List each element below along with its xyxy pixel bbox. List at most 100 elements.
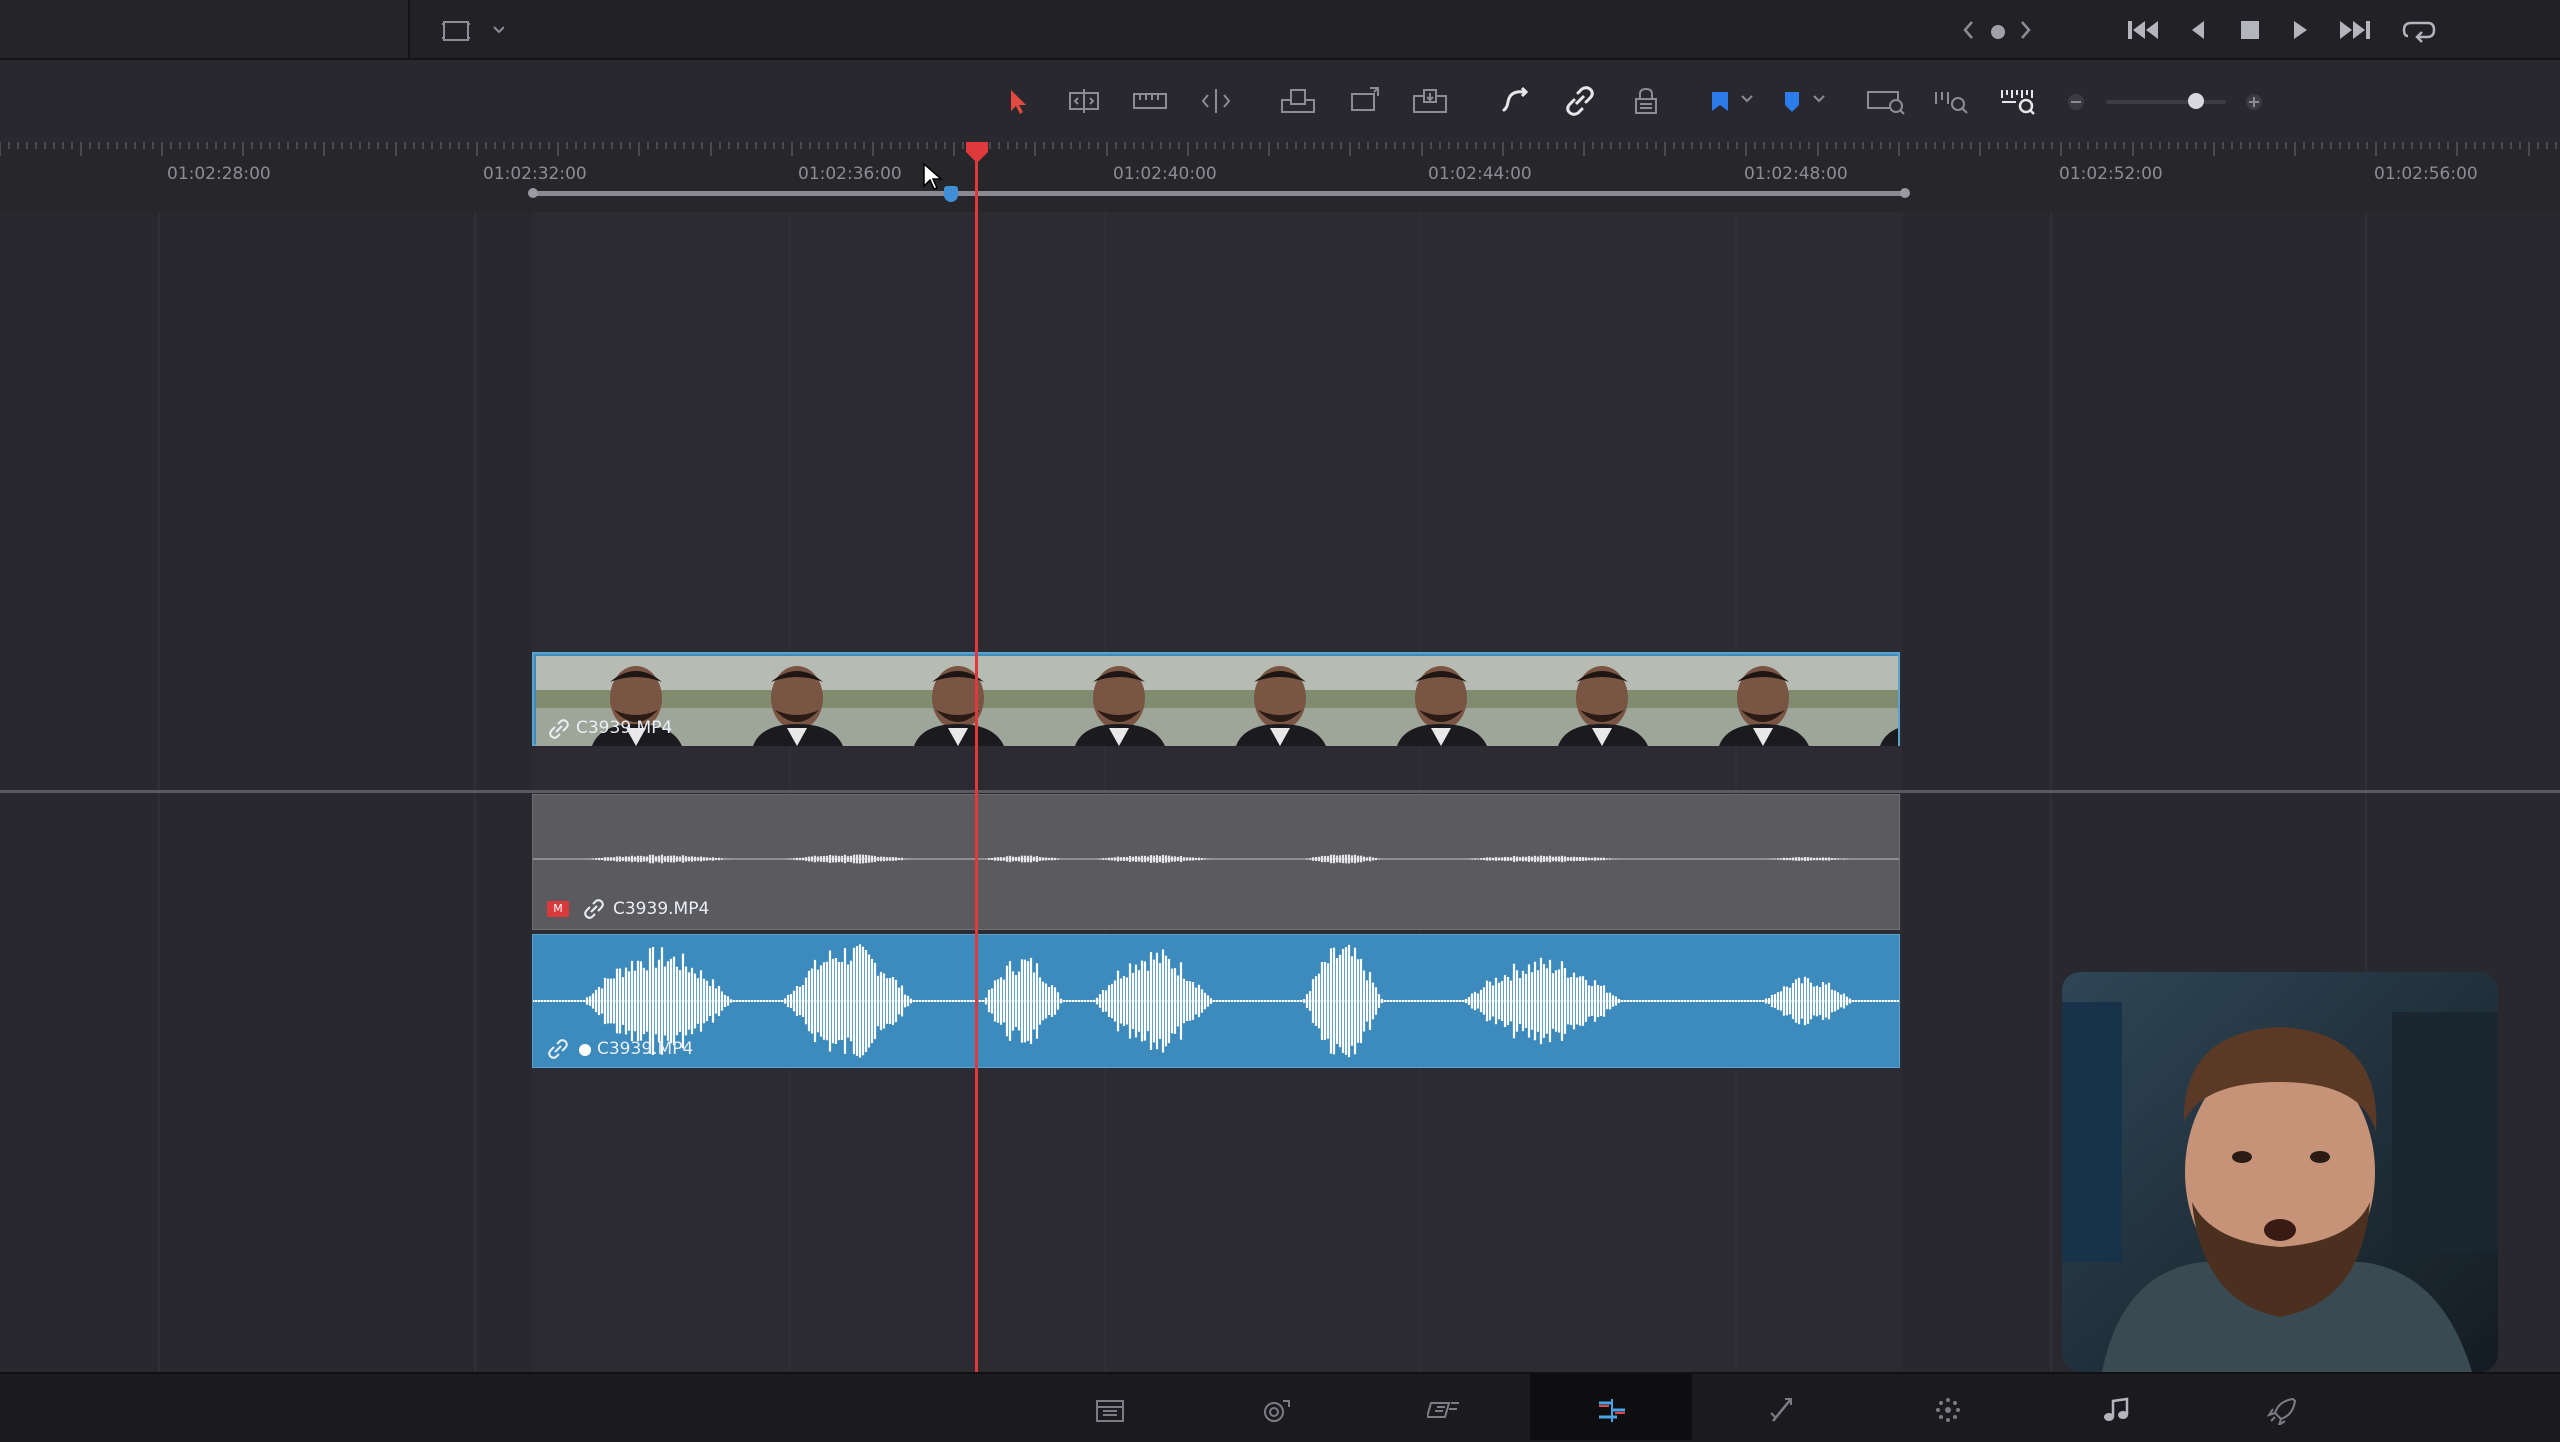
video-clip-name: C3939.MP4	[576, 718, 673, 738]
link-icon	[548, 1039, 568, 1059]
dynamic-trim-button[interactable]	[1128, 82, 1172, 120]
audio-waveform	[533, 944, 1899, 1058]
audio-clip-dot	[579, 1044, 591, 1056]
next-clip-nav-button[interactable]	[2018, 18, 2034, 46]
video-audio-divider[interactable]	[0, 790, 2560, 793]
deliver-page-button[interactable]	[2262, 1392, 2302, 1428]
full-extent-zoom-button[interactable]	[1864, 82, 1908, 120]
cut-page-button[interactable]	[1256, 1392, 1296, 1428]
video-clip[interactable]: C3939.MP4	[532, 652, 1900, 746]
link-icon	[549, 719, 569, 739]
timeline-view-options-button[interactable]	[440, 18, 505, 48]
marker-icon	[1785, 92, 1825, 112]
stop-icon	[2241, 21, 2259, 39]
video-thumbnails	[536, 656, 1898, 746]
zoom-slider-track[interactable]	[2106, 100, 2226, 104]
playhead[interactable]	[975, 142, 978, 1372]
loop-button[interactable]	[2400, 14, 2438, 50]
presenter-image	[2062, 972, 2498, 1372]
selection-mode-button[interactable]	[996, 82, 1040, 120]
full-extent-zoom-icon	[1867, 91, 1905, 115]
edit-page-button[interactable]	[1424, 1392, 1464, 1428]
timeline-page-button[interactable]	[1592, 1392, 1632, 1428]
go-to-end-icon	[2340, 21, 2370, 39]
mouse-cursor-icon	[923, 162, 943, 190]
replace-clip-icon	[1413, 89, 1447, 113]
fusion-page-button[interactable]	[1762, 1392, 1802, 1428]
fairlight-page-icon	[2104, 1397, 2129, 1421]
audio-waveform	[533, 854, 1899, 864]
custom-zoom-icon	[2001, 90, 2035, 115]
playhead-handle[interactable]	[964, 142, 990, 164]
cut-page-icon	[1264, 1400, 1290, 1422]
position-lock-toggle[interactable]	[1624, 82, 1668, 120]
video-thumbnail-frame	[697, 656, 858, 746]
marker-dropdown[interactable]	[1772, 82, 1842, 120]
snapping-toggle[interactable]	[1494, 82, 1538, 120]
trim-edit-button[interactable]	[1062, 82, 1106, 120]
blade-edit-icon	[1201, 89, 1231, 113]
color-page-button[interactable]	[1928, 1392, 1968, 1428]
previous-clip-nav-button[interactable]	[1960, 18, 1976, 46]
audio-clip[interactable]: C3939.MP4	[532, 934, 1900, 1068]
mute-badge[interactable]: M	[547, 901, 569, 917]
reverse-play-icon	[2192, 21, 2204, 39]
plus-icon	[2246, 94, 2262, 110]
go-to-start-button[interactable]	[2126, 16, 2162, 48]
linked-selection-toggle[interactable]	[1558, 82, 1602, 120]
timecode-label: 01:02:48:00	[1744, 164, 1848, 184]
fairlight-page-button[interactable]	[2096, 1392, 2136, 1428]
overwrite-clip-button[interactable]	[1342, 82, 1386, 120]
custom-zoom-button[interactable]	[1996, 82, 2040, 120]
top-bar	[0, 0, 2560, 60]
stop-button[interactable]	[2236, 16, 2264, 48]
marker[interactable]	[944, 186, 958, 202]
chevron-left-icon	[1963, 21, 1973, 39]
play-icon	[2294, 21, 2307, 39]
media-page-icon	[1096, 1400, 1124, 1422]
timeline-range-bar[interactable]	[532, 191, 1906, 196]
video-thumbnail-frame	[858, 656, 1019, 746]
chevron-right-icon	[2021, 21, 2031, 39]
flag-icon	[1712, 92, 1753, 111]
video-thumbnail-frame	[1341, 656, 1502, 746]
blade-edit-button[interactable]	[1194, 82, 1238, 120]
audio-clip-name: C3939.MP4	[613, 899, 710, 919]
reverse-play-button[interactable]	[2184, 16, 2212, 48]
clip-nav-dot[interactable]	[1991, 25, 2005, 39]
dynamic-trim-icon	[1133, 93, 1167, 109]
range-out-handle[interactable]	[1900, 188, 1910, 198]
color-page-icon	[1936, 1398, 1960, 1422]
flag-dropdown[interactable]	[1700, 82, 1770, 120]
timecode-label: 01:02:56:00	[2374, 164, 2478, 184]
timecode-label: 01:02:40:00	[1113, 164, 1217, 184]
webcam-overlay	[2062, 972, 2498, 1372]
range-in-handle[interactable]	[528, 188, 538, 198]
media-page-button[interactable]	[1090, 1392, 1130, 1428]
insert-clip-button[interactable]	[1276, 82, 1320, 120]
timeline-tracks-area[interactable]: C3939.MP4 M C3939.MP4 C3939.MP4	[0, 142, 2560, 1372]
zoom-out-button[interactable]	[2066, 92, 2086, 112]
timecode-ruler[interactable]: 01:02:28:00 01:02:32:00 01:02:36:00 01:0…	[0, 142, 2560, 212]
minus-icon	[2068, 94, 2084, 110]
timeline-view-icon	[442, 21, 505, 41]
snapping-icon	[1502, 86, 1529, 112]
detail-zoom-button[interactable]	[1930, 82, 1974, 120]
timecode-label: 01:02:44:00	[1428, 164, 1532, 184]
video-thumbnail-frame	[1663, 656, 1824, 746]
go-to-start-icon	[2128, 21, 2158, 39]
loop-icon	[2402, 21, 2436, 43]
audio-clip-muted[interactable]: M C3939.MP4	[532, 794, 1900, 930]
deliver-page-icon	[2266, 1397, 2297, 1425]
timecode-label: 01:02:28:00	[167, 164, 271, 184]
go-to-end-button[interactable]	[2336, 16, 2372, 48]
zoom-slider-thumb[interactable]	[2188, 93, 2204, 109]
overwrite-clip-icon	[1351, 87, 1379, 111]
video-thumbnail-frame	[1502, 656, 1663, 746]
timeline-page-icon	[1599, 1399, 1625, 1422]
replace-clip-button[interactable]	[1408, 82, 1452, 120]
play-button[interactable]	[2286, 16, 2314, 48]
position-lock-icon	[1635, 87, 1657, 114]
video-thumbnail-frame	[1019, 656, 1180, 746]
zoom-in-button[interactable]	[2244, 92, 2264, 112]
